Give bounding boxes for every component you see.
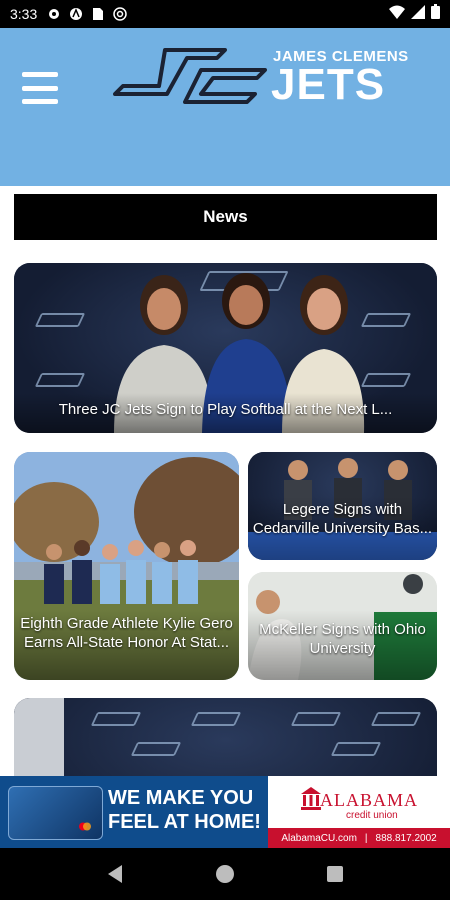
news-card-softball[interactable]: Three JC Jets Sign to Play Softball at t… [14, 263, 437, 433]
wifi-icon [389, 5, 405, 24]
news-card-legere[interactable]: Legere Signs with Cedarville University … [248, 452, 437, 560]
back-icon [108, 865, 122, 883]
sim-icon [91, 7, 105, 21]
menu-line [22, 85, 58, 91]
ad-brand-name: ALABAMA [320, 790, 419, 810]
app-header: JAMES CLEMENS JETS [0, 28, 450, 186]
ad-headline-line1: WE MAKE YOU [108, 787, 254, 809]
backdrop-logo [330, 742, 382, 756]
news-card-mckeller[interactable]: McKeller Signs with Ohio University [248, 572, 437, 680]
bank-building-icon [301, 787, 321, 810]
home-icon [216, 865, 234, 883]
signal-icon [411, 4, 425, 24]
ad-url: AlabamaCU.com [281, 832, 357, 844]
news-card-title: Eighth Grade Athlete Kylie Gero Earns Al… [20, 615, 233, 651]
backdrop-logo [130, 742, 182, 756]
news-card-title: Three JC Jets Sign to Play Softball at t… [58, 401, 393, 418]
card-network-icon [79, 822, 91, 831]
logo-team-name: JETS [271, 60, 386, 109]
ad-phone: 888.817.2002 [375, 832, 437, 844]
gear-icon [47, 7, 61, 21]
status-time: 3:33 [10, 6, 38, 22]
news-card-title: McKeller Signs with Ohio University [259, 621, 426, 657]
credit-card-image [8, 786, 103, 840]
backdrop-logo [190, 712, 242, 726]
backdrop-logo [90, 712, 142, 726]
jc-monogram-icon [113, 48, 267, 104]
ad-contact-bar: AlabamaCU.com | 888.817.2002 [268, 828, 450, 848]
news-card-title: Legere Signs with Cedarville University … [252, 501, 433, 537]
back-button[interactable] [100, 859, 130, 889]
system-nav-bar [0, 848, 450, 900]
ad-banner[interactable]: WE MAKE YOU FEEL AT HOME! ALABAMA credit… [0, 776, 450, 848]
home-button[interactable] [210, 859, 240, 889]
ad-separator: | [364, 832, 368, 844]
ad-headline: WE MAKE YOU FEEL AT HOME! [108, 786, 261, 834]
status-right-icons [389, 4, 440, 24]
ad-headline-line2: FEEL AT HOME! [108, 811, 261, 833]
recents-button[interactable] [320, 859, 350, 889]
recents-icon [327, 866, 343, 882]
backdrop-logo [370, 712, 422, 726]
ad-left-panel: WE MAKE YOU FEEL AT HOME! [0, 776, 268, 848]
menu-line [22, 99, 58, 104]
news-card-kylie-gero[interactable]: Eighth Grade Athlete Kylie Gero Earns Al… [14, 452, 239, 680]
ad-right-panel: ALABAMA credit union AlabamaCU.com | 888… [268, 776, 450, 848]
a-icon [69, 7, 83, 21]
jets-logo: JAMES CLEMENS JETS [105, 42, 435, 112]
hamburger-menu-button[interactable] [22, 72, 58, 104]
section-title: News [14, 194, 437, 240]
ad-brand-sub: credit union [346, 810, 398, 821]
menu-line [22, 72, 58, 77]
at-icon [113, 7, 127, 21]
battery-icon [431, 4, 440, 24]
status-bar: 3:33 [0, 0, 450, 28]
backdrop-logo [290, 712, 342, 726]
